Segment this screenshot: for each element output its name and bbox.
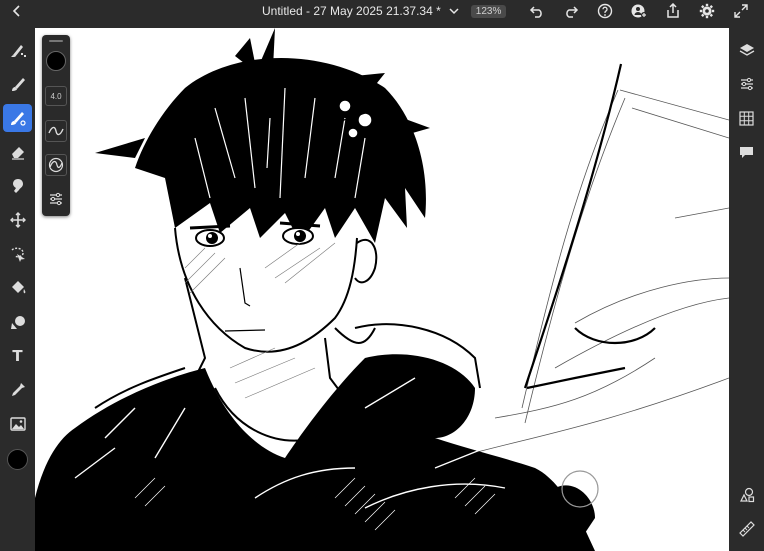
smudge-tool[interactable] [3,172,32,200]
transform-tool[interactable] [3,206,32,234]
ruler-icon [738,521,755,537]
image-icon [9,415,27,433]
layers-icon [739,42,755,58]
redo-icon [563,4,579,18]
chevron-left-icon [12,4,22,18]
undo-icon [529,4,545,18]
top-bar: Untitled - 27 May 2025 21.37.34 * 123% [0,0,764,22]
image-tool[interactable] [3,410,32,438]
shape-icon [9,313,27,331]
selection-tool[interactable] [3,240,32,268]
smudge-icon [9,177,27,195]
layers-button[interactable] [734,38,759,62]
fullscreen-button[interactable] [724,1,758,21]
current-color-swatch[interactable] [7,449,28,470]
shape-tool[interactable] [3,308,32,336]
comments-button[interactable] [734,140,759,164]
comment-icon [739,145,754,160]
grid-icon [739,110,754,126]
smoothing-button[interactable] [45,120,67,142]
move-icon [9,211,27,229]
document-title-area: Untitled - 27 May 2025 21.37.34 * 123% [262,2,507,20]
eyedropper-icon [9,381,27,399]
sliders-icon [48,192,64,206]
top-actions [520,1,758,21]
text-icon: T [12,347,23,365]
vector-brush-tool[interactable] [3,104,32,132]
eyedropper-tool[interactable] [3,376,32,404]
right-toolbar [729,28,764,551]
smoothing-icon [48,125,64,137]
user-add-icon [631,3,647,19]
text-tool[interactable]: T [3,342,32,370]
brush-color-swatch[interactable] [46,51,66,71]
gear-icon [699,3,715,19]
adjustments-icon [739,77,755,91]
adjustments-button[interactable] [734,72,759,96]
shapes-icon [739,487,755,503]
live-brush-tool[interactable] [3,70,32,98]
vector-brush-icon [9,109,27,127]
pixel-brush-tool[interactable] [3,36,32,64]
drawing-canvas[interactable] [35,28,729,551]
panel-grip[interactable] [49,40,63,42]
grid-button[interactable] [734,106,759,130]
zoom-level[interactable]: 123% [470,4,507,18]
ruler-button[interactable] [734,517,759,541]
brush-size-value[interactable]: 4.0 [45,86,67,106]
drawing-app: Untitled - 27 May 2025 21.37.34 * 123% T… [0,0,764,551]
settings-button[interactable] [690,1,724,21]
live-brush-icon [9,75,27,93]
help-icon [597,3,613,19]
help-button[interactable] [588,1,622,21]
collaborate-button[interactable] [622,1,656,21]
chevron-down-icon[interactable] [449,5,461,17]
eraser-icon [9,143,27,161]
artwork-sketch [35,28,729,551]
left-toolbar: T [0,28,35,551]
share-icon [666,3,680,19]
expand-icon [734,4,748,18]
pixel-brush-icon [9,41,27,59]
stabilizer-icon [48,157,64,173]
fill-icon [9,279,27,297]
stabilizer-button[interactable] [45,154,67,176]
redo-button[interactable] [554,1,588,21]
eraser-tool[interactable] [3,138,32,166]
back-button[interactable] [8,2,26,20]
share-button[interactable] [656,1,690,21]
document-title[interactable]: Untitled - 27 May 2025 21.37.34 * [262,4,441,18]
selection-icon [9,245,27,263]
fill-tool[interactable] [3,274,32,302]
brush-options-button[interactable] [45,188,67,210]
undo-button[interactable] [520,1,554,21]
brush-settings-panel: 4.0 [42,35,70,216]
shapes-button[interactable] [734,483,759,507]
